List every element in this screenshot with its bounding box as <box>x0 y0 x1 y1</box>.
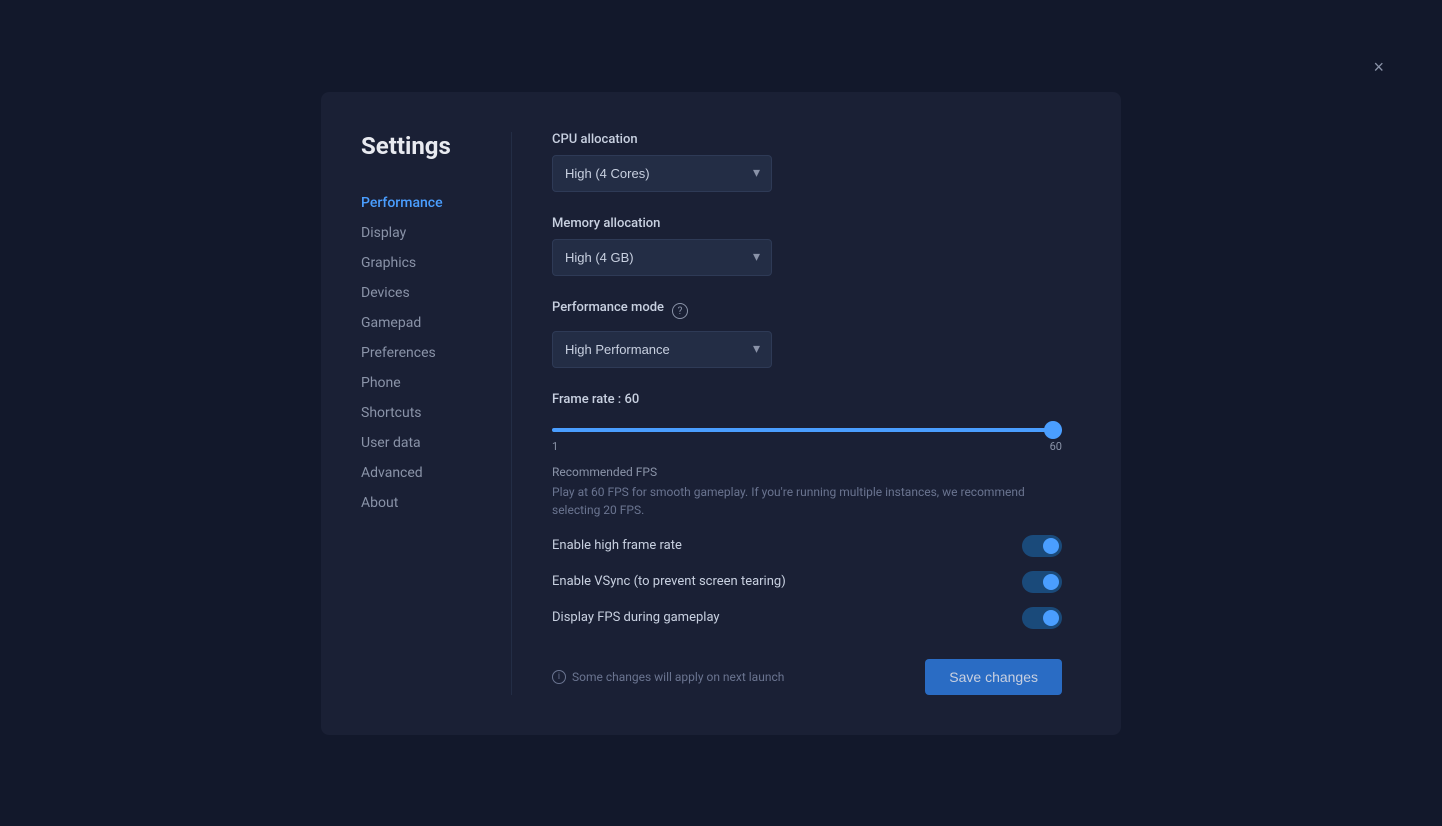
sidebar-item-preferences[interactable]: Preferences <box>361 338 511 368</box>
performance-mode-row: Performance mode ? <box>552 300 1081 323</box>
sidebar-item-gamepad[interactable]: Gamepad <box>361 308 511 338</box>
toggle-label-vsync: Enable VSync (to prevent screen tearing) <box>552 574 786 589</box>
settings-dialog: Settings PerformanceDisplayGraphicsDevic… <box>321 92 1121 735</box>
toggle-label-display-fps: Display FPS during gameplay <box>552 610 720 625</box>
recommended-fps-title: Recommended FPS <box>552 465 1081 479</box>
frame-rate-max-label: 60 <box>1050 440 1062 453</box>
content-panel: CPU allocation High (4 Cores) Medium (2 … <box>511 132 1121 695</box>
toggle-row-display-fps: Display FPS during gameplay <box>552 607 1062 629</box>
cpu-allocation-section: CPU allocation High (4 Cores) Medium (2 … <box>552 132 1081 192</box>
performance-mode-wrapper: High Performance Balanced Power Saver <box>552 331 772 368</box>
save-changes-button[interactable]: Save changes <box>925 659 1062 695</box>
cpu-allocation-select[interactable]: High (4 Cores) Medium (2 Cores) Low (1 C… <box>552 155 772 192</box>
recommended-fps-desc: Play at 60 FPS for smooth gameplay. If y… <box>552 483 1062 519</box>
close-button[interactable]: × <box>1373 58 1384 76</box>
sidebar-item-advanced[interactable]: Advanced <box>361 458 511 488</box>
performance-mode-label: Performance mode <box>552 300 664 315</box>
footer-note: i Some changes will apply on next launch <box>552 670 784 684</box>
memory-allocation-section: Memory allocation High (4 GB) Medium (2 … <box>552 216 1081 276</box>
footer-info-icon: i <box>552 670 566 684</box>
sidebar-item-graphics[interactable]: Graphics <box>361 248 511 278</box>
toggle-slider-display-fps <box>1022 607 1062 629</box>
frame-rate-slider[interactable] <box>552 428 1062 432</box>
memory-allocation-select[interactable]: High (4 GB) Medium (2 GB) Low (1 GB) <box>552 239 772 276</box>
performance-mode-help-icon[interactable]: ? <box>672 303 688 319</box>
frame-rate-slider-container: 1 60 <box>552 417 1062 453</box>
toggle-slider-high-frame-rate <box>1022 535 1062 557</box>
frame-rate-min-label: 1 <box>552 440 558 453</box>
toggle-display-fps[interactable] <box>1022 607 1062 629</box>
settings-title: Settings <box>361 132 511 160</box>
performance-mode-select[interactable]: High Performance Balanced Power Saver <box>552 331 772 368</box>
sidebar-item-devices[interactable]: Devices <box>361 278 511 308</box>
sidebar-item-user-data[interactable]: User data <box>361 428 511 458</box>
sidebar-item-performance[interactable]: Performance <box>361 188 511 218</box>
sidebar-item-shortcuts[interactable]: Shortcuts <box>361 398 511 428</box>
recommended-fps-section: Recommended FPS Play at 60 FPS for smoot… <box>552 465 1081 519</box>
footer: i Some changes will apply on next launch… <box>552 659 1062 695</box>
toggle-high-frame-rate[interactable] <box>1022 535 1062 557</box>
cpu-allocation-wrapper: High (4 Cores) Medium (2 Cores) Low (1 C… <box>552 155 772 192</box>
sidebar-item-display[interactable]: Display <box>361 218 511 248</box>
memory-allocation-label: Memory allocation <box>552 216 1081 231</box>
toggle-vsync[interactable] <box>1022 571 1062 593</box>
memory-allocation-wrapper: High (4 GB) Medium (2 GB) Low (1 GB) <box>552 239 772 276</box>
toggle-slider-vsync <box>1022 571 1062 593</box>
sidebar: Settings PerformanceDisplayGraphicsDevic… <box>321 132 511 695</box>
cpu-allocation-label: CPU allocation <box>552 132 1081 147</box>
sidebar-item-phone[interactable]: Phone <box>361 368 511 398</box>
toggle-row-vsync: Enable VSync (to prevent screen tearing) <box>552 571 1062 593</box>
frame-rate-label: Frame rate : 60 <box>552 392 1081 407</box>
sidebar-item-about[interactable]: About <box>361 488 511 518</box>
toggle-label-high-frame-rate: Enable high frame rate <box>552 538 682 553</box>
frame-rate-section: Frame rate : 60 1 60 <box>552 392 1081 453</box>
performance-mode-section: Performance mode ? High Performance Bala… <box>552 300 1081 368</box>
footer-note-text: Some changes will apply on next launch <box>572 670 784 684</box>
toggle-row-high-frame-rate: Enable high frame rate <box>552 535 1062 557</box>
